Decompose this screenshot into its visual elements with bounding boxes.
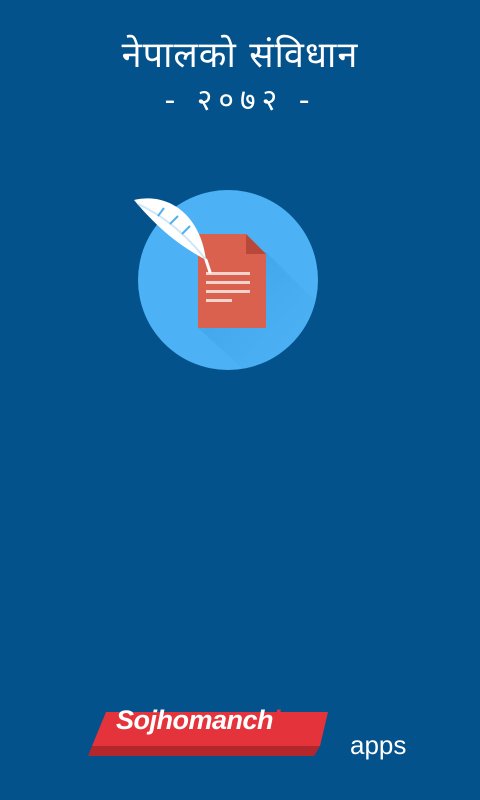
quill-document-icon — [134, 190, 318, 370]
brand-logo: Sojhomanchhe apps — [88, 700, 408, 770]
app-title: नेपालको संविधान — [121, 35, 359, 76]
document-icon — [198, 234, 266, 328]
app-subtitle: - २०७२ - — [164, 83, 316, 118]
app-logo — [128, 190, 328, 380]
title-block: नेपालको संविधान - २०७२ - — [0, 30, 480, 122]
brand-name: Sojhomanchhe — [116, 705, 304, 735]
brand-suffix: apps — [350, 730, 407, 760]
